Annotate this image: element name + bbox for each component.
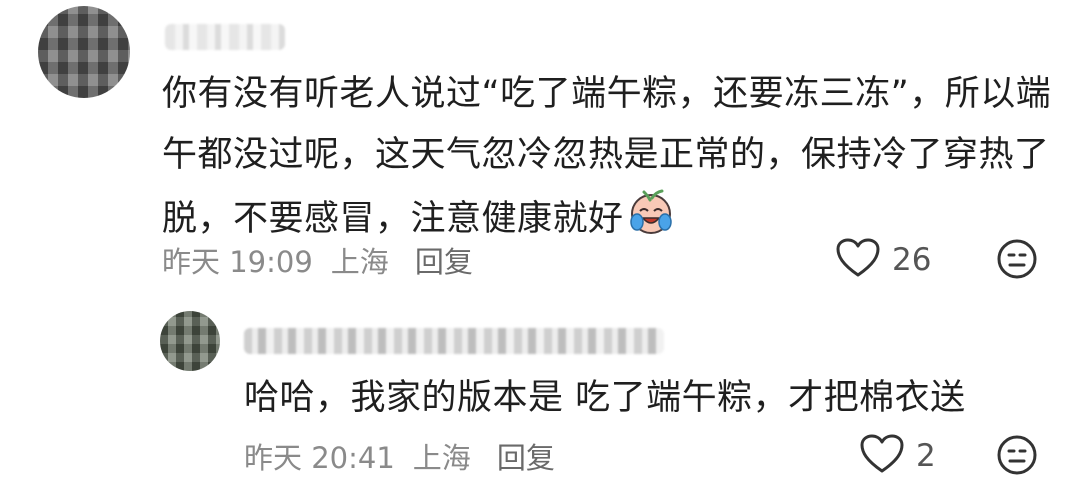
comment-text: 你有没有听老人说过“吃了端午粽，还要冻三冻”，所以端 午都没过呢，这天气忽冷忽热…	[162, 64, 1062, 256]
comment-text-line-content: 脱，不要感冒，注意健康就好	[162, 199, 624, 239]
comment-meta: 昨天 19:09 上海 回复	[162, 239, 473, 281]
reply-comment-meta: 昨天 20:41 上海 回复	[244, 435, 555, 477]
heart-outline-icon	[860, 434, 904, 478]
neutral-face-icon[interactable]	[996, 434, 1038, 480]
commenter-name[interactable]	[165, 24, 285, 50]
comment-location: 上海	[330, 245, 389, 279]
reply-comment-text: 哈哈，我家的版本是 吃了端午粽，才把棉衣送	[244, 378, 966, 418]
heart-outline-icon	[836, 238, 880, 282]
commenter-avatar[interactable]	[38, 6, 130, 98]
reply-button[interactable]: 回复	[497, 435, 555, 477]
reply-button[interactable]: 回复	[415, 239, 473, 281]
comment-time: 昨天 20:41	[244, 441, 395, 475]
comment-location: 上海	[412, 441, 471, 475]
like-count: 26	[892, 242, 932, 278]
like-button[interactable]: 26	[836, 238, 931, 282]
neutral-face-icon[interactable]	[996, 238, 1038, 284]
reply-commenter-name[interactable]	[244, 328, 664, 354]
comment-time: 昨天 19:09	[162, 245, 313, 279]
comment-text-line: 你有没有听老人说过“吃了端午粽，还要冻三冻”，所以端	[162, 74, 1052, 114]
like-button[interactable]: 2	[860, 434, 936, 478]
like-count: 2	[916, 438, 936, 474]
reply-commenter-avatar[interactable]	[160, 311, 220, 371]
crying-laughing-face-icon	[626, 186, 676, 256]
comment-text-line: 午都没过呢，这天气忽冷忽热是正常的，保持冷了穿热了	[162, 135, 1050, 175]
